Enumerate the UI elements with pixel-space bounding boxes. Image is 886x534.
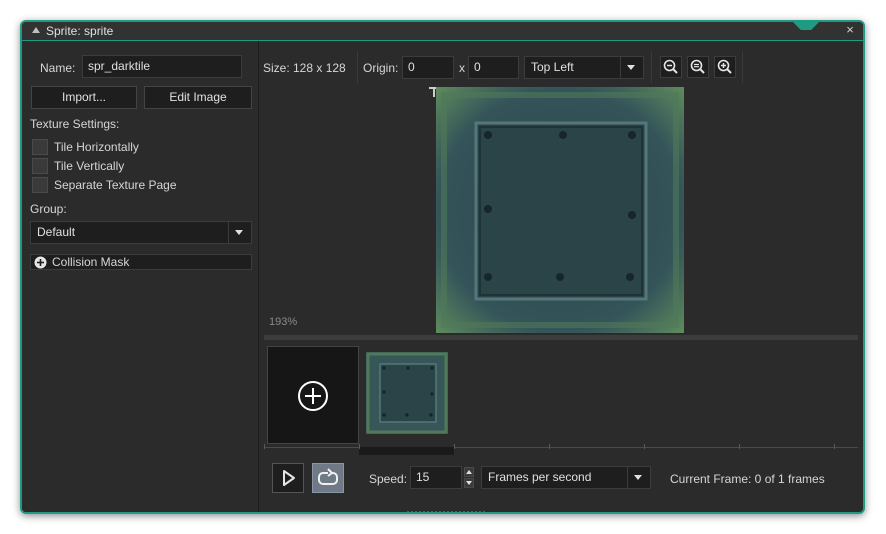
- tile-vertically-checkbox[interactable]: [32, 158, 48, 174]
- name-label: Name:: [40, 61, 76, 75]
- separate-texture-page-label: Separate Texture Page: [54, 178, 177, 192]
- zoom-reset-icon: [690, 59, 705, 74]
- collision-mask-section[interactable]: Collision Mask: [30, 254, 252, 270]
- resize-grip[interactable]: [407, 511, 485, 512]
- collapse-triangle-icon[interactable]: [32, 27, 40, 33]
- current-frame-text: Current Frame: 0 of 1 frames: [670, 472, 825, 486]
- window-title: Sprite: sprite: [46, 24, 114, 38]
- tile-horizontally-label: Tile Horizontally: [54, 140, 139, 154]
- separate-texture-page-checkbox[interactable]: [32, 177, 48, 193]
- group-label: Group:: [30, 202, 67, 216]
- group-dropdown[interactable]: Default: [30, 221, 252, 244]
- play-icon: [283, 470, 295, 486]
- timeline-tick: [264, 444, 265, 449]
- frame-thumbnail[interactable]: [366, 352, 448, 434]
- zoom-out-icon: [663, 59, 678, 74]
- timeline-tick: [834, 444, 835, 449]
- speed-input[interactable]: 15: [410, 466, 462, 489]
- texture-settings-label: Texture Settings:: [30, 117, 120, 131]
- zoom-in-icon: [717, 59, 732, 74]
- timeline-tick: [359, 444, 360, 449]
- origin-marker-stem: [433, 87, 435, 97]
- name-input[interactable]: spr_darktile: [82, 55, 242, 78]
- origin-preset-value: Top Left: [531, 60, 574, 74]
- speed-unit-dropdown[interactable]: Frames per second: [481, 466, 651, 489]
- sprite-properties-panel: Name: spr_darktile Import... Edit Image …: [22, 41, 259, 512]
- size-text: Size: 128 x 128: [263, 61, 346, 75]
- timeline-tick: [644, 444, 645, 449]
- toolbar-separator: [742, 51, 743, 83]
- timeline-track: [264, 447, 858, 448]
- origin-separator-text: x: [459, 61, 465, 75]
- tile-horizontally-checkbox[interactable]: [32, 139, 48, 155]
- speed-spinner[interactable]: [462, 466, 475, 489]
- zoom-in-button[interactable]: [714, 56, 736, 78]
- origin-x-input[interactable]: 0: [402, 56, 454, 79]
- spinner-up-icon[interactable]: [464, 467, 474, 477]
- titlebar-notch: [793, 22, 819, 30]
- sprite-editor-window: Sprite: sprite × Name: spr_darktile Impo…: [20, 20, 865, 514]
- speed-unit-value: Frames per second: [488, 470, 592, 484]
- zoom-level-text: 193%: [269, 316, 298, 328]
- edit-image-button[interactable]: Edit Image: [144, 86, 252, 109]
- origin-y-input[interactable]: 0: [468, 56, 519, 79]
- origin-label: Origin:: [363, 61, 399, 75]
- preview-canvas[interactable]: 193%: [259, 87, 863, 335]
- collision-mask-label: Collision Mask: [52, 255, 130, 269]
- frames-timeline[interactable]: [264, 444, 858, 456]
- origin-preset-dropdown[interactable]: Top Left: [524, 56, 644, 79]
- tile-vertically-label: Tile Vertically: [54, 159, 125, 173]
- timeline-tick: [454, 444, 455, 449]
- zoom-reset-button[interactable]: [687, 56, 709, 78]
- add-frame-button[interactable]: [267, 346, 359, 444]
- preview-divider[interactable]: [264, 335, 858, 340]
- sprite-image: [436, 87, 684, 333]
- play-button[interactable]: [272, 463, 304, 493]
- group-dropdown-value: Default: [37, 225, 76, 239]
- timeline-scroll-thumb[interactable]: [359, 447, 454, 455]
- chevron-down-icon[interactable]: [228, 222, 251, 243]
- sprite-preview-panel: Size: 128 x 128 Origin: 0 x 0 Top Left 1…: [259, 41, 863, 512]
- zoom-out-button[interactable]: [660, 56, 682, 78]
- add-frame-icon: [298, 381, 328, 411]
- toolbar-separator: [651, 51, 652, 83]
- timeline-tick: [739, 444, 740, 449]
- loop-button[interactable]: [312, 463, 344, 493]
- import-button[interactable]: Import...: [31, 86, 137, 109]
- loop-icon: [318, 468, 338, 485]
- toolbar-separator: [357, 51, 358, 83]
- timeline-tick: [549, 444, 550, 449]
- close-icon[interactable]: ×: [843, 23, 857, 37]
- plus-circle-icon[interactable]: [34, 256, 47, 269]
- spinner-down-icon[interactable]: [464, 478, 474, 488]
- chevron-down-icon[interactable]: [620, 57, 643, 78]
- speed-label: Speed:: [369, 472, 408, 486]
- chevron-down-icon[interactable]: [627, 467, 650, 488]
- window-titlebar[interactable]: Sprite: sprite ×: [22, 22, 863, 41]
